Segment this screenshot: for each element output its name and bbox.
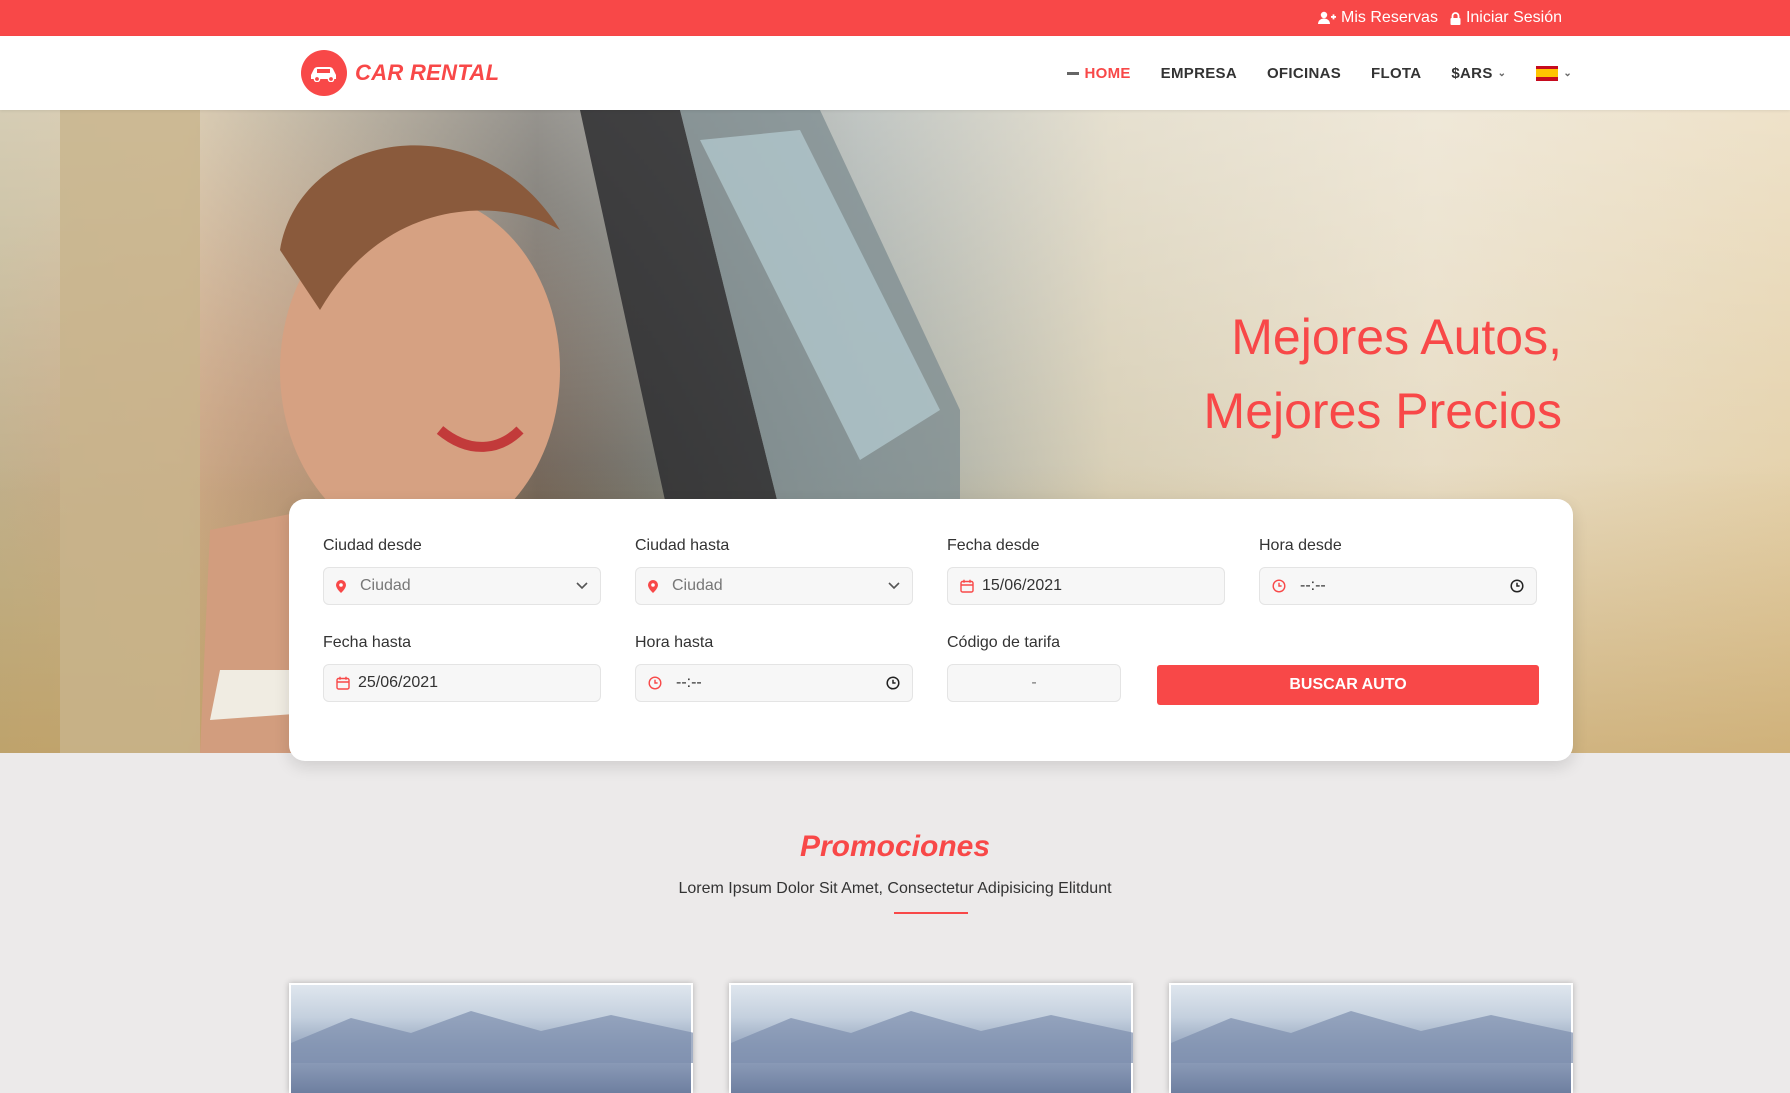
search-form: Ciudad desde Ciudad Ciudad hasta Ciudad … — [289, 499, 1573, 761]
currency-dropdown[interactable]: $ARS ⌄ — [1451, 65, 1506, 82]
my-bookings-link[interactable]: Mis Reservas — [1318, 9, 1438, 27]
time-from-value: --:-- — [1300, 577, 1326, 594]
nav-empresa[interactable]: EMPRESA — [1161, 65, 1237, 82]
promotions-subtitle: Lorem Ipsum Dolor Sit Amet, Consectetur … — [678, 880, 1112, 897]
date-from-value: 15/06/2021 — [982, 577, 1063, 594]
logo[interactable]: CAR RENTAL — [301, 50, 499, 96]
date-to-value: 25/06/2021 — [358, 674, 439, 691]
time-picker-icon[interactable] — [886, 676, 900, 690]
date-from-label: Fecha desde — [947, 537, 1040, 554]
time-picker-icon[interactable] — [1510, 579, 1524, 593]
date-from-input[interactable]: 15/06/2021 — [947, 567, 1225, 605]
login-link[interactable]: Iniciar Sesión — [1450, 9, 1562, 27]
time-from-input[interactable]: --:-- — [1259, 567, 1537, 605]
time-to-label: Hora hasta — [635, 634, 714, 651]
calendar-icon — [960, 579, 974, 593]
spain-flag-icon — [1536, 65, 1559, 81]
rate-code-label: Código de tarifa — [947, 634, 1060, 651]
date-from-field: Fecha desde 15/06/2021 — [947, 537, 1225, 605]
hero-title: Mejores Autos, Mejores Precios — [1204, 300, 1562, 448]
city-to-select[interactable]: Ciudad — [635, 567, 913, 605]
city-from-label: Ciudad desde — [323, 537, 422, 554]
currency-label: $ARS — [1451, 64, 1493, 82]
time-to-input[interactable]: --:-- — [635, 664, 913, 702]
mountain-image — [1171, 1011, 1573, 1063]
hero-title-line1: Mejores Autos, — [1231, 309, 1562, 365]
nav-flota-label: FLOTA — [1371, 64, 1422, 82]
mountain-image — [291, 1011, 693, 1063]
search-car-button[interactable]: BUSCAR AUTO — [1157, 665, 1539, 705]
main-nav: HOME EMPRESA OFICINAS FLOTA $ARS ⌄ ⌄ — [1067, 36, 1572, 110]
date-to-field: Fecha hasta 25/06/2021 — [323, 634, 601, 702]
chevron-down-icon: ⌄ — [1497, 67, 1507, 79]
hero-title-line2: Mejores Precios — [1203, 383, 1562, 439]
city-to-field: Ciudad hasta Ciudad — [635, 537, 913, 605]
time-from-field: Hora desde --:-- — [1259, 537, 1537, 605]
logo-text: CAR RENTAL — [355, 60, 500, 85]
chevron-down-icon — [888, 582, 900, 590]
nav-flota[interactable]: FLOTA — [1371, 65, 1421, 82]
rate-code-input[interactable]: - — [947, 664, 1121, 702]
section-divider — [894, 912, 968, 914]
time-to-value: --:-- — [676, 674, 702, 691]
date-to-label: Fecha hasta — [323, 634, 412, 651]
chevron-down-icon — [576, 582, 588, 590]
time-to-field: Hora hasta --:-- — [635, 634, 913, 702]
top-links: Mis Reservas Iniciar Sesión — [1318, 0, 1562, 36]
city-to-label: Ciudad hasta — [635, 537, 730, 554]
nav-oficinas[interactable]: OFICINAS — [1267, 65, 1341, 82]
rate-code-field: Código de tarifa - — [947, 634, 1121, 702]
promo-card[interactable] — [289, 983, 693, 1093]
rate-code-value: - — [1031, 674, 1037, 691]
clock-icon — [1272, 579, 1286, 593]
nav-home[interactable]: HOME — [1067, 65, 1130, 82]
mountain-image — [731, 1011, 1133, 1063]
nav-home-label: HOME — [1084, 64, 1131, 82]
calendar-icon — [336, 676, 350, 690]
map-pin-icon — [648, 579, 658, 593]
chevron-down-icon: ⌄ — [1563, 67, 1572, 79]
active-indicator — [1067, 71, 1080, 75]
main-header: CAR RENTAL HOME EMPRESA OFICINAS FLOTA $… — [0, 36, 1790, 110]
login-label: Iniciar Sesión — [1465, 9, 1562, 26]
city-from-select[interactable]: Ciudad — [323, 567, 601, 605]
time-from-label: Hora desde — [1259, 537, 1342, 554]
city-to-value: Ciudad — [672, 577, 723, 594]
top-bar: Mis Reservas Iniciar Sesión — [0, 0, 1790, 36]
clock-icon — [648, 676, 662, 690]
promotions-title: Promociones — [799, 830, 991, 863]
my-bookings-label: Mis Reservas — [1341, 9, 1438, 26]
city-from-value: Ciudad — [360, 577, 411, 594]
promo-card[interactable] — [729, 983, 1133, 1093]
lock-icon — [1450, 11, 1461, 25]
nav-empresa-label: EMPRESA — [1160, 64, 1237, 82]
date-to-input[interactable]: 25/06/2021 — [323, 664, 601, 702]
map-pin-icon — [336, 579, 346, 593]
city-from-field: Ciudad desde Ciudad — [323, 537, 601, 605]
language-dropdown[interactable]: ⌄ — [1536, 65, 1572, 81]
promo-card[interactable] — [1169, 983, 1573, 1093]
nav-oficinas-label: OFICINAS — [1266, 64, 1342, 82]
car-icon — [301, 50, 347, 96]
user-plus-icon — [1318, 11, 1337, 25]
